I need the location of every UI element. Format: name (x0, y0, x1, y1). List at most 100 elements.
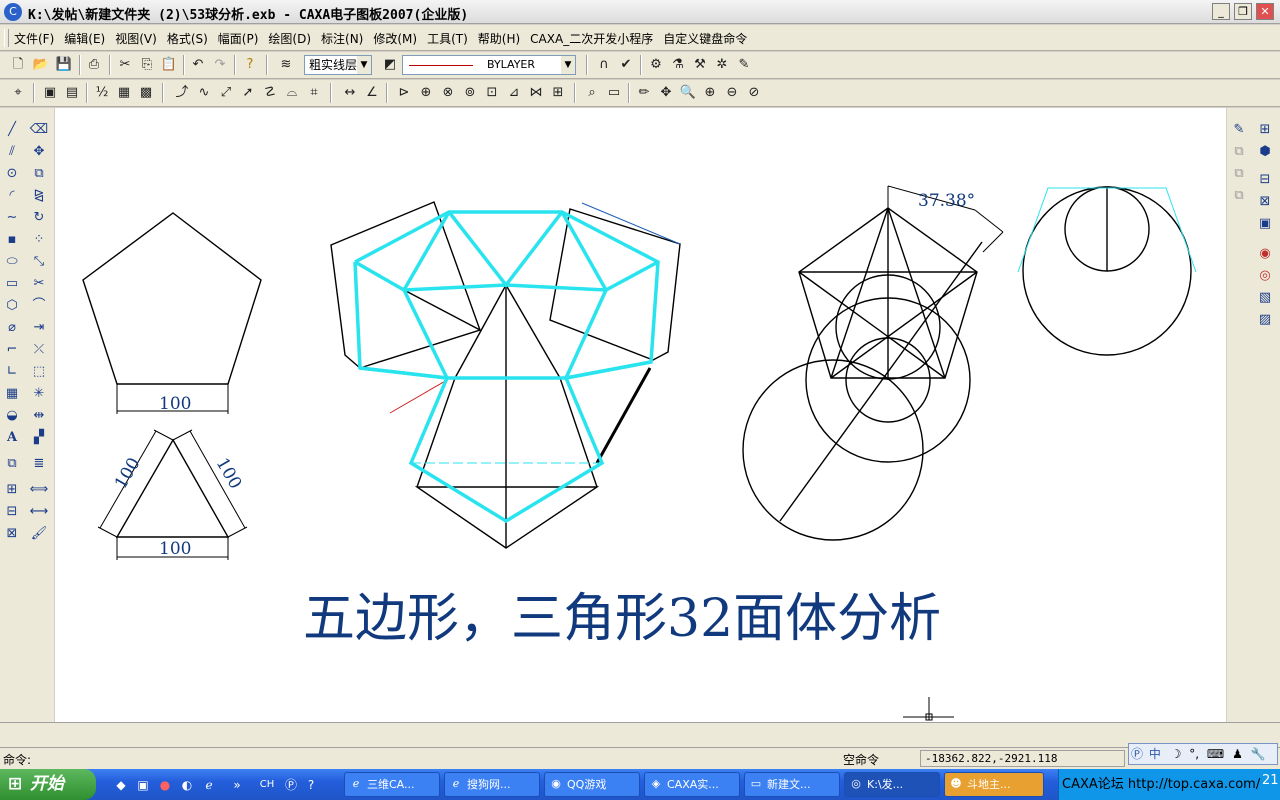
parts-list-icon[interactable]: ½ (92, 83, 112, 103)
image-icon[interactable]: ⊠ (1, 524, 23, 544)
maximize-button[interactable]: ❐ (1234, 3, 1252, 20)
symbol-f-icon[interactable]: ⊿ (504, 83, 524, 103)
symbol-b-icon[interactable]: ⊕ (416, 83, 436, 103)
line-icon[interactable]: ╱ (1, 120, 23, 140)
parallel-line-icon[interactable]: ⫽ (1, 142, 23, 162)
chevron-right-icon[interactable]: » (228, 776, 246, 794)
copy-icon[interactable]: ⎘ (137, 55, 157, 75)
task-button[interactable]: ◉ QQ游戏 (544, 772, 640, 797)
chevron-down-icon[interactable]: ▼ (357, 56, 371, 74)
point-icon[interactable]: ▪ (1, 230, 23, 250)
mirror-icon[interactable]: ⧎ (28, 186, 50, 206)
layer-select[interactable]: 粗实线层 ▼ (304, 55, 372, 75)
measure-icon[interactable]: ▭ (604, 83, 624, 103)
zoom-window-icon[interactable]: ⊕ (700, 83, 720, 103)
quicklaunch-c-icon[interactable]: ● (156, 776, 174, 794)
tool-c-icon[interactable]: ⚒ (690, 55, 710, 75)
explode-icon[interactable]: ✳ (28, 384, 50, 404)
snap-check-icon[interactable]: ✔ (616, 55, 636, 75)
symbol-d-icon[interactable]: ⊚ (460, 83, 480, 103)
task-button-active[interactable]: ◎ K:\发... (844, 772, 940, 797)
rotate-icon[interactable]: ↻ (28, 208, 50, 228)
pencil-icon[interactable]: ✏ (634, 83, 654, 103)
equidistant-icon[interactable]: ⌐ (1, 340, 23, 360)
stretch-icon[interactable]: ⬚ (28, 362, 50, 382)
fill-icon[interactable]: ◒ (1, 406, 23, 426)
line-color-icon[interactable]: ◩ (380, 55, 400, 75)
disabled-a-icon[interactable]: ⧉ (1228, 142, 1250, 162)
polygon-icon[interactable]: ⬡ (1, 296, 23, 316)
new-file-icon[interactable]: 🗋 (8, 55, 28, 75)
drawing-canvas[interactable]: 100 100 100 100 37.38° 五边形，三角形32面体分析 (55, 108, 1226, 722)
curve-f-icon[interactable]: ⌓ (282, 83, 302, 103)
bom-icon[interactable]: ▩ (136, 83, 156, 103)
ie-icon[interactable]: ℯ (200, 776, 218, 794)
trim-icon[interactable]: ✂ (28, 274, 50, 294)
task-button[interactable]: ◈ CAXA实... (644, 772, 740, 797)
ime-toolbar[interactable]: Ⓟ 中 ☽ °, ⌨ ♟ 🔧 (1128, 743, 1278, 765)
language-indicator[interactable]: CH (258, 776, 276, 794)
user-icon[interactable]: ♟ (1232, 747, 1243, 761)
linetype-select[interactable]: BYLAYER ▼ (402, 55, 576, 75)
curve-g-icon[interactable]: ⌗ (304, 83, 324, 103)
redo-icon[interactable]: ↷ (210, 55, 230, 75)
spline-icon[interactable]: ∼ (1, 208, 23, 228)
format-brush-icon[interactable]: ≣ (28, 454, 50, 474)
table-icon[interactable]: ▦ (114, 83, 134, 103)
attribute-icon[interactable]: ▞ (28, 428, 50, 448)
quicklaunch-b-icon[interactable]: ▣ (134, 776, 152, 794)
start-button[interactable]: ⊞ 开始 (0, 769, 96, 800)
brush-icon[interactable]: 🖌 (28, 524, 50, 544)
extend-icon[interactable]: ⇥ (28, 318, 50, 338)
menu-sheet[interactable]: 幅面(P) (218, 30, 259, 47)
dim-angle-icon[interactable]: ∠ (362, 83, 382, 103)
quicklaunch-a-icon[interactable]: ◆ (112, 776, 130, 794)
break-icon[interactable]: ⤫ (28, 340, 50, 360)
array-icon[interactable]: ⁘ (28, 230, 50, 250)
zoom-previous-icon[interactable]: ⊘ (744, 83, 764, 103)
dim-style-icon[interactable]: ⟷ (28, 502, 50, 522)
view-f-icon[interactable]: ◎ (1254, 266, 1276, 286)
dim-linear-icon[interactable]: ↔ (340, 83, 360, 103)
punctuation-icon[interactable]: °, (1189, 747, 1199, 761)
help-tray-icon[interactable]: ? (302, 776, 320, 794)
curve-b-icon[interactable]: ∿ (194, 83, 214, 103)
command-prompt[interactable]: 命令: (3, 751, 31, 768)
chamfer-icon[interactable]: ∟ (1, 362, 23, 382)
task-button[interactable]: ☻ 斗地主... (944, 772, 1044, 797)
view-e-icon[interactable]: ◉ (1254, 244, 1276, 264)
symbol-e-icon[interactable]: ⊡ (482, 83, 502, 103)
menu-file[interactable]: 文件(F) (14, 30, 54, 47)
ime-lang[interactable]: 中 (1149, 747, 1161, 761)
menu-custom-keys[interactable]: 自定义键盘命令 (663, 30, 747, 47)
cut-icon[interactable]: ✂ (115, 55, 135, 75)
menu-draw[interactable]: 绘图(D) (268, 30, 311, 47)
keyboard-icon[interactable]: ⌨ (1207, 747, 1224, 761)
view-g-icon[interactable]: ▧ (1254, 288, 1276, 308)
zoom-all-icon[interactable]: ⊖ (722, 83, 742, 103)
view-d-icon[interactable]: ▣ (1254, 214, 1276, 234)
moon-icon[interactable]: ☽ (1171, 747, 1182, 761)
curve-e-icon[interactable]: ☡ (260, 83, 280, 103)
minimize-button[interactable]: _ (1212, 3, 1230, 20)
edit-icon[interactable]: ✎ (1228, 120, 1250, 140)
quicklaunch-d-icon[interactable]: ◐ (178, 776, 196, 794)
fillet-icon[interactable]: ⌒ (28, 296, 50, 316)
scale-icon[interactable]: ⤡ (28, 252, 50, 272)
layer-manager-icon[interactable]: ≋ (276, 55, 296, 75)
ime-p-icon[interactable]: Ⓟ (282, 776, 300, 794)
insert-block-icon[interactable]: ⊞ (1, 480, 23, 500)
menu-help[interactable]: 帮助(H) (478, 30, 520, 47)
zoom-dynamic-icon[interactable]: 🔍 (678, 83, 698, 103)
arc-icon[interactable]: ◜ (1, 186, 23, 206)
curve-d-icon[interactable]: ➚ (238, 83, 258, 103)
menu-modify[interactable]: 修改(M) (373, 30, 417, 47)
task-button[interactable]: ℯ 三维CA... (344, 772, 440, 797)
rectangle-icon[interactable]: ▭ (1, 274, 23, 294)
menu-tools[interactable]: 工具(T) (427, 30, 468, 47)
cube-icon[interactable]: ⬢ (1254, 142, 1276, 162)
symbol-h-icon[interactable]: ⊞ (548, 83, 568, 103)
query-icon[interactable]: ⌕ (582, 83, 602, 103)
open-file-icon[interactable]: 📂 (31, 55, 51, 75)
paste-icon[interactable]: 📋 (159, 55, 179, 75)
